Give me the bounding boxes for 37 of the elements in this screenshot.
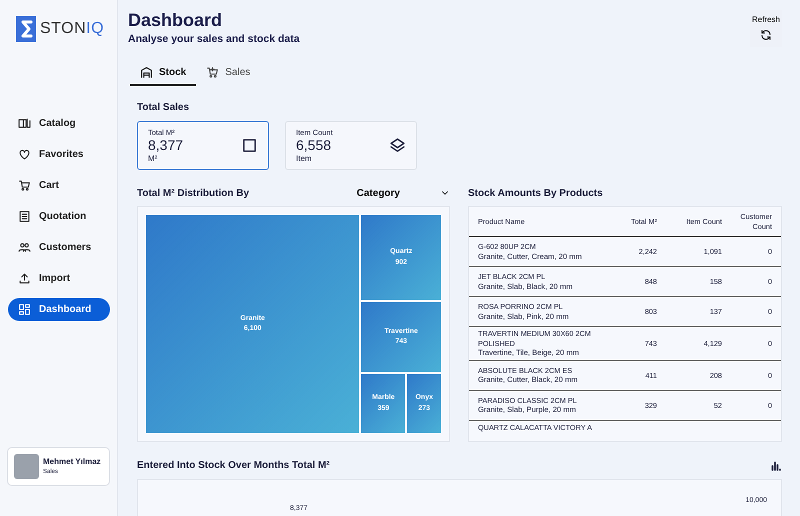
sidebar-item[interactable]: Quotation [8,205,110,228]
bar-chart-icon [770,460,782,472]
sidebar-item[interactable]: Catalog [8,112,110,135]
tab[interactable]: Stock [130,63,196,86]
logo-icon [16,16,36,42]
section-title: Total M² Distribution By [137,186,250,201]
list-icon [18,210,31,223]
sidebar-item[interactable]: Cart [8,174,110,197]
sidebar-item[interactable]: Favorites [8,143,110,166]
sidebar-item[interactable]: Dashboard [8,298,110,321]
category-dropdown[interactable]: Category [356,186,450,201]
heart-icon [18,148,31,161]
section-title: Total Sales [137,101,190,116]
page-subtitle: Analyse your sales and stock data [128,32,300,47]
stat-unit: M² [148,153,158,166]
book-icon [18,117,31,130]
stat-value: 6,558 [296,138,332,154]
sidebar-item[interactable]: Import [8,267,110,290]
sidebar-item[interactable]: Customers [8,236,110,259]
house-icon [140,66,153,80]
cart-icon [18,179,31,192]
cart-icon [206,66,220,80]
avatar-placeholder [14,454,39,479]
section-title: Stock Amounts By Products [468,186,603,201]
square-icon [241,137,258,154]
layers-icon [389,137,406,154]
people-icon [18,241,31,254]
page-title: Dashboard [128,10,224,32]
stat-value: 8,377 [148,138,184,154]
grid-icon [18,303,31,316]
tab[interactable]: Sales [196,63,260,86]
stat-unit: Item [296,153,313,166]
refresh-icon [760,29,772,41]
logo-text: STONIQ [40,19,104,39]
user-name: Mehmet Yılmaz [43,456,101,468]
section-title: Entered Into Stock Over Months Total M² [137,459,330,474]
upload-icon [18,272,31,285]
